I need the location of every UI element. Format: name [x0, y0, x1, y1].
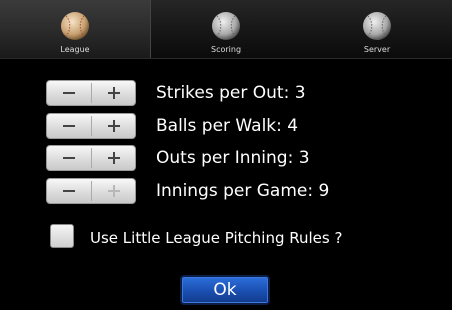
baseball-icon — [363, 12, 391, 40]
strikes-stepper — [46, 80, 136, 106]
decrement-button[interactable] — [47, 179, 91, 203]
increment-button[interactable] — [92, 114, 136, 138]
innings-stepper — [46, 178, 136, 204]
balls-stepper — [46, 113, 136, 139]
tab-label: Scoring — [210, 45, 242, 54]
setting-label: Innings per Game: 9 — [156, 181, 330, 201]
settings-screen: League Scoring Server Strikes per Out: 3… — [0, 0, 452, 310]
setting-label: Balls per Walk: 4 — [156, 116, 299, 136]
little-league-checkbox[interactable] — [50, 224, 74, 248]
outs-stepper — [46, 145, 136, 171]
tab-label: Server — [363, 45, 391, 54]
setting-label: Outs per Inning: 3 — [156, 148, 310, 168]
tab-server[interactable]: Server — [302, 0, 452, 58]
tab-scoring[interactable]: Scoring — [151, 0, 301, 58]
increment-button[interactable] — [92, 81, 136, 105]
increment-button[interactable] — [92, 179, 136, 203]
baseball-icon — [212, 12, 240, 40]
ok-button-label: Ok — [213, 280, 237, 300]
decrement-button[interactable] — [47, 146, 91, 170]
increment-button[interactable] — [92, 146, 136, 170]
tab-league[interactable]: League — [0, 0, 151, 58]
baseball-icon — [61, 12, 89, 40]
little-league-label: Use Little League Pitching Rules ? — [90, 229, 343, 247]
setting-label: Strikes per Out: 3 — [156, 83, 306, 103]
tab-bar: League Scoring Server — [0, 0, 452, 59]
decrement-button[interactable] — [47, 81, 91, 105]
ok-button[interactable]: Ok — [180, 275, 270, 305]
tab-label: League — [60, 45, 90, 54]
decrement-button[interactable] — [47, 114, 91, 138]
